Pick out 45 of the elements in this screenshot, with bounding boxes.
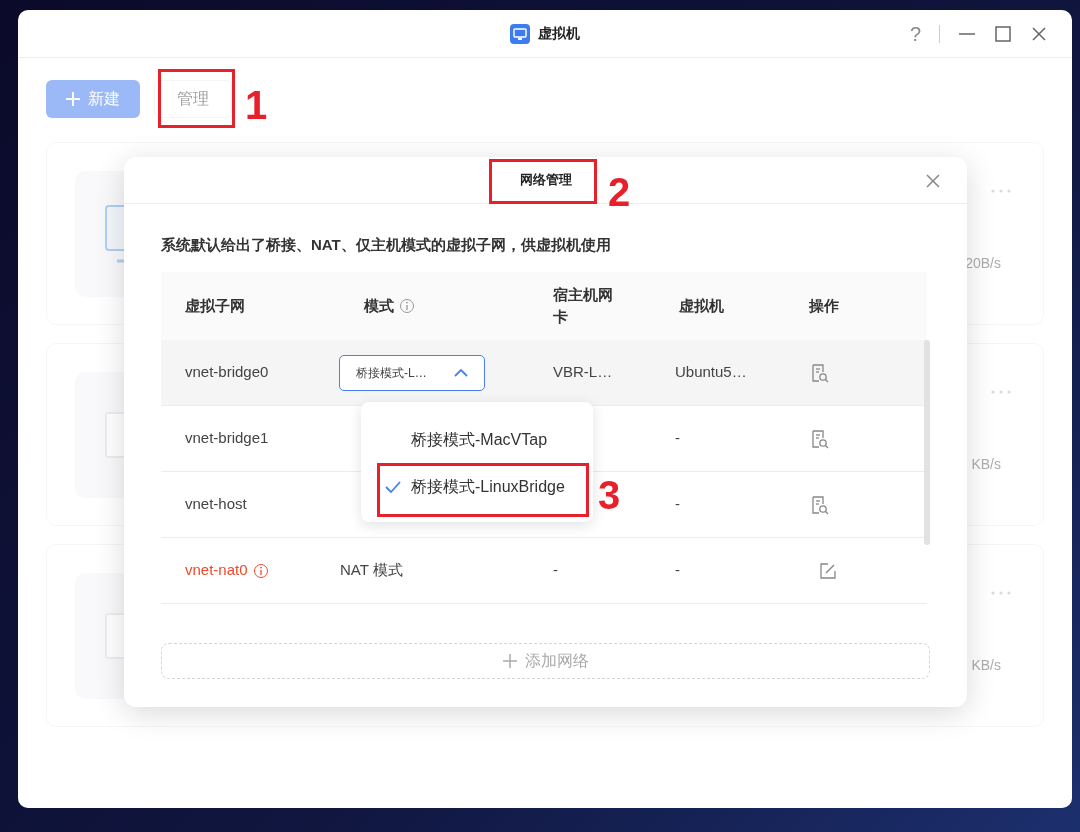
dialog-title: 网络管理: [519, 171, 572, 190]
close-icon[interactable]: [1030, 25, 1048, 43]
table-cell-text: NAT 模式: [340, 560, 403, 581]
annotation-number: 1: [245, 85, 268, 125]
speed-text: KB/s: [971, 455, 1001, 474]
chevron-up-icon: [454, 368, 468, 377]
scrollbar[interactable]: [924, 340, 930, 545]
monitor-icon: [105, 205, 124, 263]
speed-text: 20B/s: [965, 254, 1001, 273]
table-cell-text: vnet-bridge0: [185, 362, 269, 383]
close-icon[interactable]: [925, 173, 941, 189]
document-search-icon[interactable]: [809, 428, 829, 449]
info-icon: [252, 562, 269, 579]
column-header: 虚拟机: [679, 295, 724, 316]
column-header: 模式: [364, 295, 394, 316]
table-cell-text: -: [675, 428, 680, 449]
table-cell-text: vnet-bridge1: [185, 428, 269, 449]
plus-icon: [66, 92, 80, 106]
document-search-icon[interactable]: [809, 362, 829, 383]
speed-text: KB/s: [971, 656, 1001, 675]
help-button[interactable]: ?: [909, 19, 921, 49]
table-cell-text: Ubuntu5…: [675, 362, 747, 383]
check-icon: [385, 480, 401, 493]
column-header: 虚拟子网: [185, 295, 245, 316]
table-cell-text: -: [553, 560, 558, 581]
table-row[interactable]: vnet-nat0 NAT 模式 - -: [161, 538, 927, 604]
edit-icon[interactable]: [819, 561, 837, 580]
annotation-number: 2: [608, 172, 631, 212]
dropdown-option[interactable]: 桥接模式-MacVTap: [361, 416, 593, 463]
column-header: 宿主机网卡: [553, 284, 614, 327]
mode-select[interactable]: 桥接模式-L…: [339, 354, 485, 391]
window-title: 虚拟机: [538, 24, 580, 43]
table-cell-text: vnet-nat0: [185, 560, 248, 581]
plus-icon: [502, 654, 517, 668]
maximize-icon[interactable]: [994, 25, 1012, 43]
table-cell-text: -: [675, 494, 680, 515]
column-header: 操作: [809, 295, 839, 316]
description-text: 系统默认给出了桥接、NAT、仅主机模式的虚拟子网，供虚拟机使用: [161, 235, 611, 255]
table-cell-text: -: [675, 560, 680, 581]
table-row[interactable]: vnet-bridge0 桥接模式-L… VBR-L… Ubuntu5…: [161, 340, 927, 406]
table-cell-text: VBR-L…: [553, 362, 613, 383]
table-cell-text: vnet-host: [185, 494, 247, 515]
app-icon: [510, 23, 530, 44]
annotation-number: 3: [598, 475, 621, 515]
document-search-icon[interactable]: [809, 494, 829, 515]
